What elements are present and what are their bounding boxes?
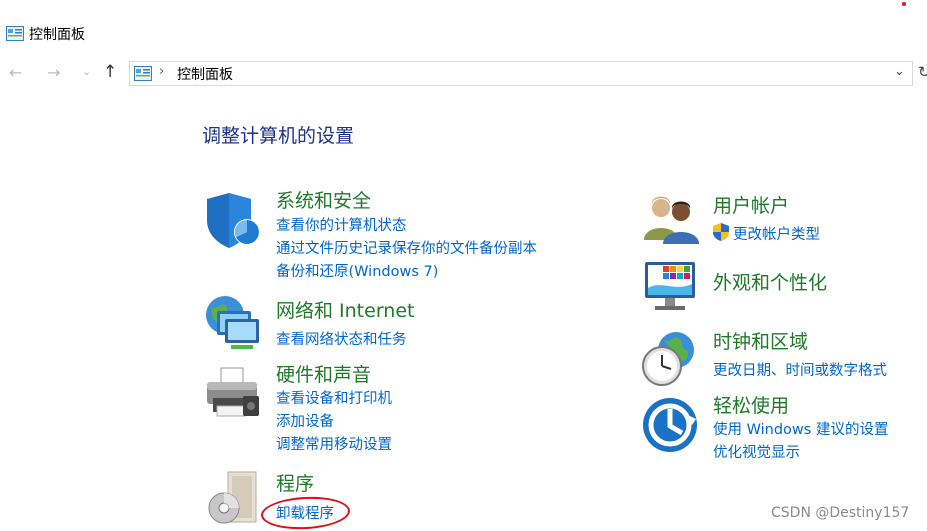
category-clock-region[interactable]: 时钟和区域 [713, 327, 808, 354]
category-ease-of-access[interactable]: 轻松使用 [713, 391, 789, 418]
link-add-device[interactable]: 添加设备 [276, 410, 334, 431]
category-hardware-sound[interactable]: 硬件和声音 [276, 360, 371, 387]
address-bar[interactable] [129, 61, 913, 86]
link-change-account-type[interactable]: 更改帐户类型 [733, 223, 820, 244]
red-marker-dot [902, 2, 906, 6]
control-panel-icon [6, 26, 24, 41]
users-icon [644, 196, 699, 244]
link-change-date-time-format[interactable]: 更改日期、时间或数字格式 [713, 359, 887, 380]
category-appearance-personalization[interactable]: 外观和个性化 [713, 268, 827, 295]
link-backup-restore[interactable]: 备份和还原(Windows 7) [276, 260, 438, 281]
ease-of-access-icon [643, 398, 697, 452]
recent-locations-dropdown[interactable]: ⌄ [82, 65, 91, 78]
network-globe-icon [206, 296, 259, 349]
category-system-security[interactable]: 系统和安全 [276, 186, 371, 213]
address-control-panel-icon [134, 66, 152, 81]
shield-icon [207, 193, 260, 248]
printer-icon [207, 367, 259, 417]
address-dropdown-button[interactable]: ⌄ [894, 64, 905, 79]
category-programs[interactable]: 程序 [276, 469, 314, 496]
refresh-button[interactable]: ↻ [918, 63, 927, 81]
link-check-computer-status[interactable]: 查看你的计算机状态 [276, 214, 407, 235]
link-recommended-settings[interactable]: 使用 Windows 建议的设置 [713, 418, 888, 439]
up-button[interactable]: ↑ [103, 62, 117, 82]
page-heading: 调整计算机的设置 [202, 125, 355, 147]
breadcrumb-control-panel[interactable]: 控制面板 [177, 64, 233, 84]
back-button[interactable]: ← [9, 63, 22, 83]
clock-globe-icon [642, 332, 694, 386]
link-file-history-backup[interactable]: 通过文件历史记录保存你的文件备份副本 [276, 237, 537, 258]
programs-disc-icon [208, 471, 257, 524]
red-circle-annotation [260, 494, 351, 531]
breadcrumb-chevron-icon: › [159, 64, 165, 79]
csdn-watermark: CSDN @Destiny157 [771, 505, 910, 521]
monitor-personalization-icon [645, 262, 695, 310]
link-optimize-visual-display[interactable]: 优化视觉显示 [713, 441, 800, 462]
link-network-status[interactable]: 查看网络状态和任务 [276, 328, 407, 349]
forward-button[interactable]: → [47, 63, 60, 83]
link-mobility-settings[interactable]: 调整常用移动设置 [276, 433, 392, 454]
title-bar [0, 0, 927, 60]
uac-shield-icon [713, 223, 729, 241]
category-network-internet[interactable]: 网络和 Internet [276, 296, 414, 323]
category-user-accounts[interactable]: 用户帐户 [713, 191, 789, 218]
window-title: 控制面板 [29, 27, 85, 43]
link-devices-printers[interactable]: 查看设备和打印机 [276, 387, 392, 408]
